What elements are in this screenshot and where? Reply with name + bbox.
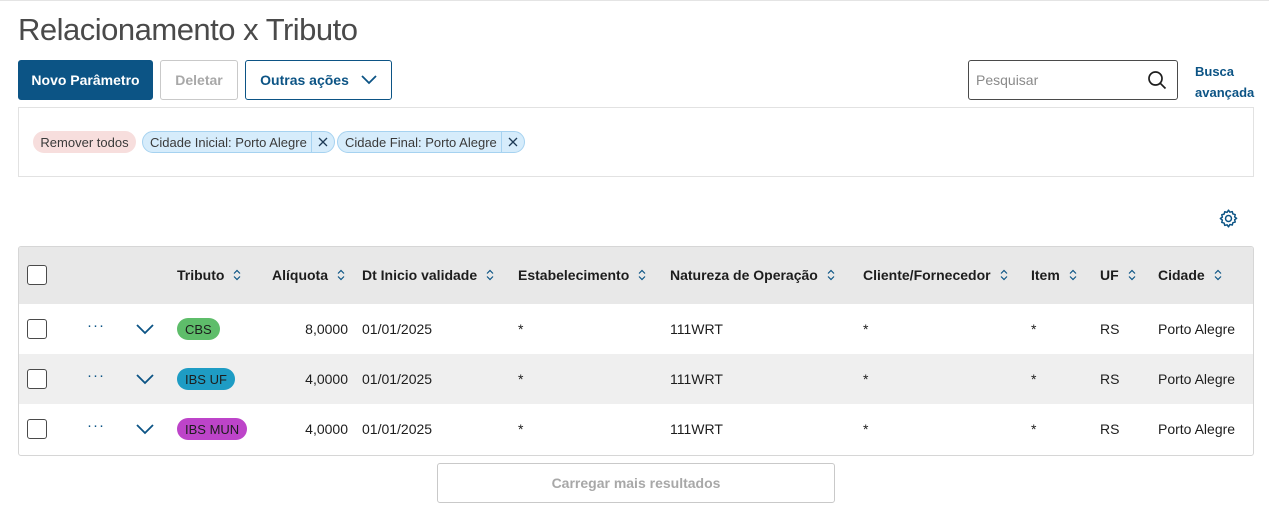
column-header-tributo[interactable]: Tributo (177, 267, 241, 283)
sort-icon[interactable] (638, 269, 646, 281)
cell-cliente: * (863, 371, 869, 387)
cell-uf: RS (1100, 421, 1120, 437)
filter-chip-label: Cidade Final: Porto Alegre (345, 134, 497, 150)
tributo-tag-label: IBS UF (185, 371, 227, 387)
advanced-search-link[interactable]: Busca avançada (1195, 61, 1255, 103)
column-header-aliquota[interactable]: Alíquota (272, 267, 345, 283)
expand-icon[interactable] (136, 374, 154, 385)
remove-all-label: Remover todos (40, 134, 129, 150)
cell-aliquota: 8,0000 (305, 321, 348, 337)
cell-item: * (1031, 321, 1037, 337)
column-header-label: Estabelecimento (518, 267, 630, 283)
select-all-checkbox[interactable] (27, 265, 47, 285)
cell-cidade: Porto Alegre (1158, 321, 1236, 337)
cell-natureza: 111WRT (670, 421, 723, 437)
expand-icon[interactable] (136, 324, 154, 335)
sort-icon[interactable] (1214, 269, 1222, 281)
page-title: Relacionamento x Tributo (18, 12, 358, 47)
cell-item: * (1031, 421, 1037, 437)
sort-icon[interactable] (827, 269, 835, 281)
filter-panel: Remover todos Cidade Inicial: Porto Aleg… (18, 107, 1254, 177)
more-actions-label: Outras ações (260, 72, 349, 88)
column-header-cidade[interactable]: Cidade (1158, 267, 1222, 283)
load-more-button[interactable]: Carregar mais resultados (437, 463, 835, 503)
top-divider (0, 0, 1269, 1)
column-header-dt-inicio[interactable]: Dt Inicio validade (362, 267, 494, 283)
column-header-cliente[interactable]: Cliente/Fornecedor (863, 267, 1008, 283)
new-parameter-label: Novo Parâmetro (31, 72, 140, 88)
column-header-label: Item (1031, 267, 1060, 283)
column-header-uf[interactable]: UF (1100, 267, 1136, 283)
cell-item: * (1031, 371, 1037, 387)
column-header-label: Dt Inicio validade (362, 267, 478, 283)
cell-aliquota: 4,0000 (305, 371, 348, 387)
cell-aliquota: 4,0000 (305, 421, 348, 437)
cell-natureza: 111WRT (670, 371, 723, 387)
gear-icon[interactable] (1218, 208, 1239, 229)
column-header-estabelecimento[interactable]: Estabelecimento (518, 267, 646, 283)
expand-icon[interactable] (136, 424, 154, 435)
sort-icon[interactable] (486, 269, 494, 281)
table-row: ··· CBS 8,0000 01/01/2025 * 111WRT * * R… (19, 304, 1253, 354)
sort-icon[interactable] (337, 269, 345, 281)
search-icon[interactable] (1147, 70, 1167, 90)
data-table: Tributo Alíquota Dt Inicio validade Esta… (18, 246, 1254, 456)
table-row: ··· IBS MUN 4,0000 01/01/2025 * 111WRT *… (19, 404, 1253, 454)
table-header: Tributo Alíquota Dt Inicio validade Esta… (19, 247, 1253, 304)
cell-estabelecimento: * (518, 421, 524, 437)
row-checkbox[interactable] (27, 319, 47, 339)
row-checkbox[interactable] (27, 419, 47, 439)
cell-dt-inicio: 01/01/2025 (362, 421, 433, 437)
column-header-label: Tributo (177, 267, 225, 283)
close-icon[interactable] (310, 132, 334, 152)
close-icon[interactable] (500, 132, 524, 152)
search-input[interactable] (969, 71, 1138, 89)
column-header-label: Cidade (1158, 267, 1205, 283)
column-header-natureza[interactable]: Natureza de Operação (670, 267, 835, 283)
row-checkbox[interactable] (27, 369, 47, 389)
column-header-label: Cliente/Fornecedor (863, 267, 991, 283)
tributo-tag: CBS (177, 318, 220, 340)
advanced-search-line2: avançada (1195, 85, 1255, 100)
filter-chip-label: Cidade Inicial: Porto Alegre (150, 134, 307, 150)
cell-cliente: * (863, 321, 869, 337)
chevron-down-icon (361, 75, 377, 85)
column-header-label: Natureza de Operação (670, 267, 818, 283)
filter-chip-final-city: Cidade Final: Porto Alegre (337, 131, 525, 153)
column-header-label: Alíquota (272, 267, 328, 283)
sort-icon[interactable] (1069, 269, 1077, 281)
new-parameter-button[interactable]: Novo Parâmetro (18, 60, 153, 100)
more-actions-icon[interactable]: ··· (87, 417, 105, 434)
cell-dt-inicio: 01/01/2025 (362, 321, 433, 337)
sort-icon[interactable] (233, 269, 241, 281)
cell-cidade: Porto Alegre (1158, 371, 1236, 387)
remove-all-chip[interactable]: Remover todos (33, 131, 136, 153)
tributo-tag: IBS MUN (177, 418, 248, 440)
column-header-label: UF (1100, 267, 1119, 283)
more-actions-button[interactable]: Outras ações (245, 60, 392, 100)
tributo-tag: IBS UF (177, 368, 235, 390)
advanced-search-line1: Busca (1195, 64, 1235, 79)
sort-icon[interactable] (1128, 269, 1136, 281)
tributo-tag-label: CBS (185, 321, 212, 337)
cell-cidade: Porto Alegre (1158, 421, 1236, 437)
sort-icon[interactable] (1000, 269, 1008, 281)
load-more-label: Carregar mais resultados (551, 475, 721, 491)
delete-label: Deletar (175, 72, 223, 88)
cell-cliente: * (863, 421, 869, 437)
cell-dt-inicio: 01/01/2025 (362, 371, 433, 387)
tributo-tag-label: IBS MUN (185, 421, 240, 437)
cell-uf: RS (1100, 371, 1120, 387)
cell-natureza: 111WRT (670, 321, 723, 337)
search-field[interactable] (968, 60, 1178, 100)
more-actions-icon[interactable]: ··· (87, 367, 105, 384)
cell-estabelecimento: * (518, 371, 524, 387)
filter-chip-initial-city: Cidade Inicial: Porto Alegre (142, 131, 335, 153)
delete-button[interactable]: Deletar (160, 60, 238, 100)
cell-estabelecimento: * (518, 321, 524, 337)
table-row: ··· IBS UF 4,0000 01/01/2025 * 111WRT * … (19, 354, 1253, 404)
more-actions-icon[interactable]: ··· (87, 317, 105, 334)
cell-uf: RS (1100, 321, 1120, 337)
column-header-item[interactable]: Item (1031, 267, 1077, 283)
